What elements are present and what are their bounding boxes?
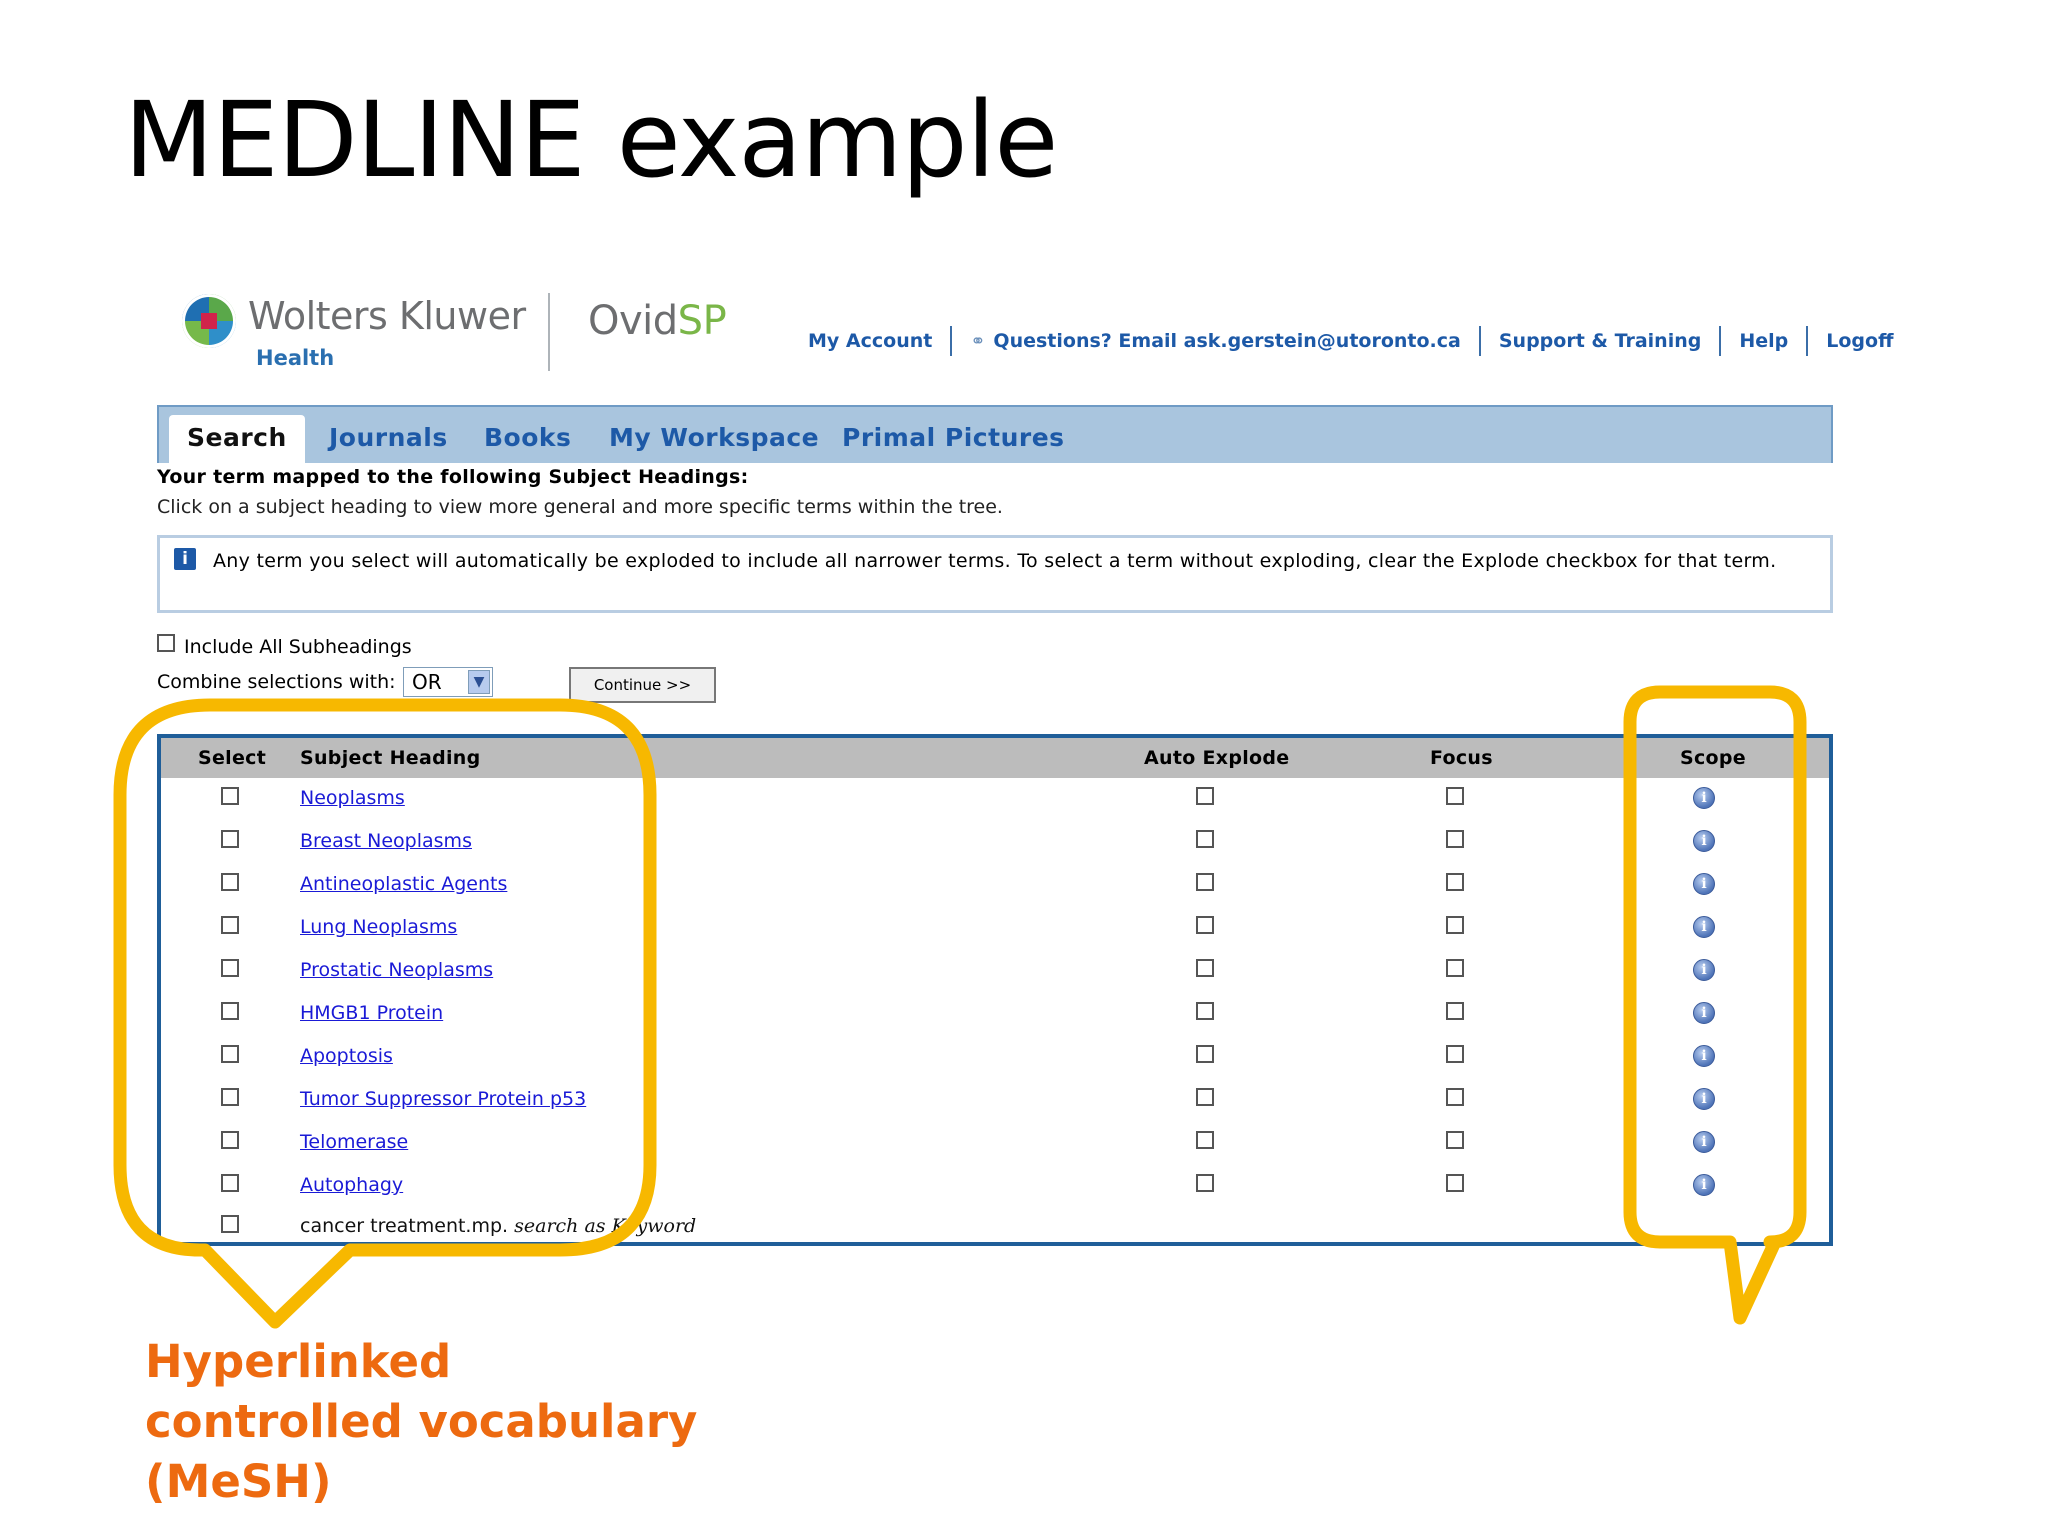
scope-callout-shape xyxy=(1623,685,1807,1325)
callout-text: Hyperlinked controlled vocabulary (MeSH) xyxy=(145,1335,698,1508)
subject-heading-callout-shape xyxy=(113,698,657,1329)
callout-overlay xyxy=(113,685,1807,1329)
